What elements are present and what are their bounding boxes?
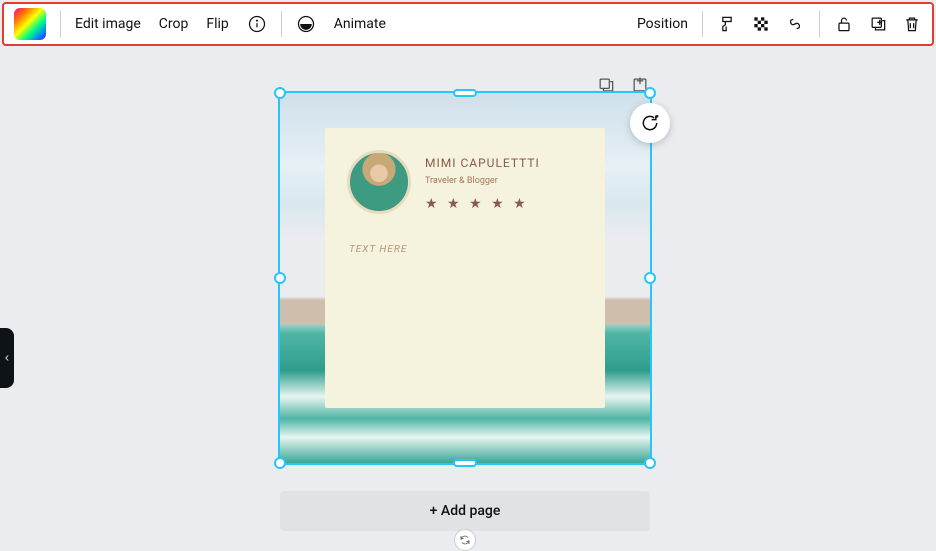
divider (702, 11, 703, 37)
animate-icon[interactable] (296, 14, 316, 34)
page-duplicate-icon[interactable] (596, 75, 616, 95)
style-copy-icon[interactable] (717, 14, 737, 34)
lock-icon[interactable] (834, 14, 854, 34)
selection-outline (280, 93, 650, 463)
edit-image-button[interactable]: Edit image (75, 16, 141, 32)
resize-handle-tm[interactable] (453, 89, 477, 97)
design-page: MIMI CAPULETTTI Traveler & Blogger ★ ★ ★… (280, 93, 650, 513)
transparency-icon[interactable] (751, 14, 771, 34)
resize-handle-bm[interactable] (453, 459, 477, 467)
add-page-button[interactable]: + Add page (280, 491, 650, 531)
canvas-area: MIMI CAPULETTTI Traveler & Blogger ★ ★ ★… (0, 48, 936, 549)
flip-button[interactable]: Flip (206, 16, 228, 32)
position-button[interactable]: Position (637, 16, 688, 32)
resize-handle-br[interactable] (644, 457, 656, 469)
link-icon[interactable] (785, 14, 805, 34)
color-picker-swatch[interactable] (14, 8, 46, 40)
animate-button[interactable]: Animate (334, 16, 386, 32)
duplicate-icon[interactable] (868, 14, 888, 34)
crop-button[interactable]: Crop (159, 16, 189, 32)
resize-handle-bl[interactable] (274, 457, 286, 469)
expand-sidebar-button[interactable] (0, 328, 14, 388)
divider (60, 11, 61, 37)
info-icon[interactable] (247, 14, 267, 34)
resize-handle-mr[interactable] (644, 272, 656, 284)
divider (819, 11, 820, 37)
sync-button[interactable] (454, 529, 476, 551)
resize-handle-tl[interactable] (274, 87, 286, 99)
delete-icon[interactable] (902, 14, 922, 34)
divider (281, 11, 282, 37)
regenerate-button[interactable] (630, 103, 670, 143)
resize-handle-ml[interactable] (274, 272, 286, 284)
resize-handle-tr[interactable] (644, 87, 656, 99)
image-context-toolbar: Edit image Crop Flip Animate Position (2, 2, 934, 46)
